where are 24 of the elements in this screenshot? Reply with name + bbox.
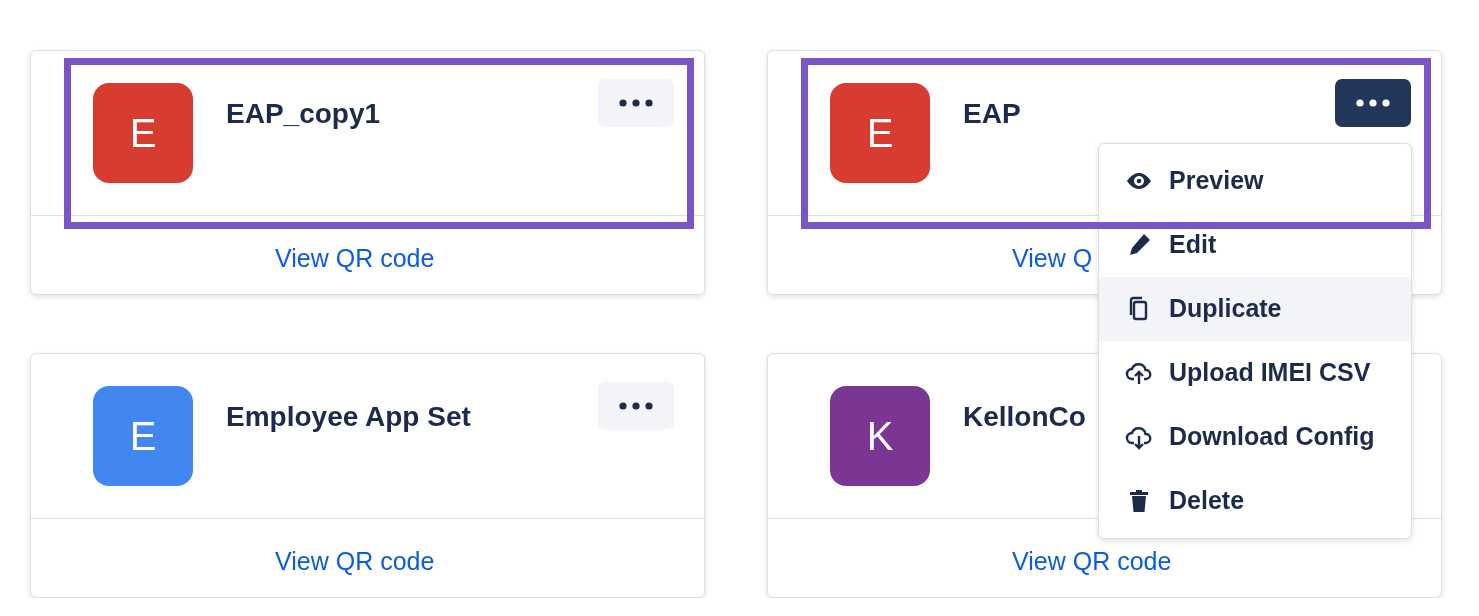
menu-item[interactable]: Duplicate xyxy=(1099,277,1411,341)
qr-code-link[interactable]: View Q xyxy=(1012,240,1093,278)
app-avatar: E xyxy=(93,386,193,486)
more-button[interactable] xyxy=(1335,79,1411,127)
more-icon xyxy=(619,402,653,410)
app-title: EAP xyxy=(963,97,1021,131)
more-icon xyxy=(1356,99,1390,107)
app-title: Employee App Set xyxy=(226,400,471,434)
qr-code-link[interactable]: View QR code xyxy=(1012,543,1172,581)
more-button[interactable] xyxy=(598,382,674,430)
more-icon xyxy=(619,99,653,107)
menu-item[interactable]: Preview xyxy=(1099,149,1411,213)
more-button[interactable] xyxy=(598,79,674,127)
menu-item[interactable]: Download Config xyxy=(1099,405,1411,469)
menu-item[interactable]: Edit xyxy=(1099,213,1411,277)
qr-code-link[interactable]: View QR code xyxy=(275,240,435,278)
app-title: EAP_copy1 xyxy=(226,97,381,131)
app-title: KellonCo xyxy=(963,400,1086,434)
qr-code-link[interactable]: View QR code xyxy=(275,543,435,581)
app-avatar: E xyxy=(830,83,930,183)
menu-item[interactable]: Upload IMEI CSV xyxy=(1099,341,1411,405)
app-avatar: E xyxy=(93,83,193,183)
menu-item[interactable]: Delete xyxy=(1099,469,1411,533)
app-avatar: K xyxy=(830,386,930,486)
